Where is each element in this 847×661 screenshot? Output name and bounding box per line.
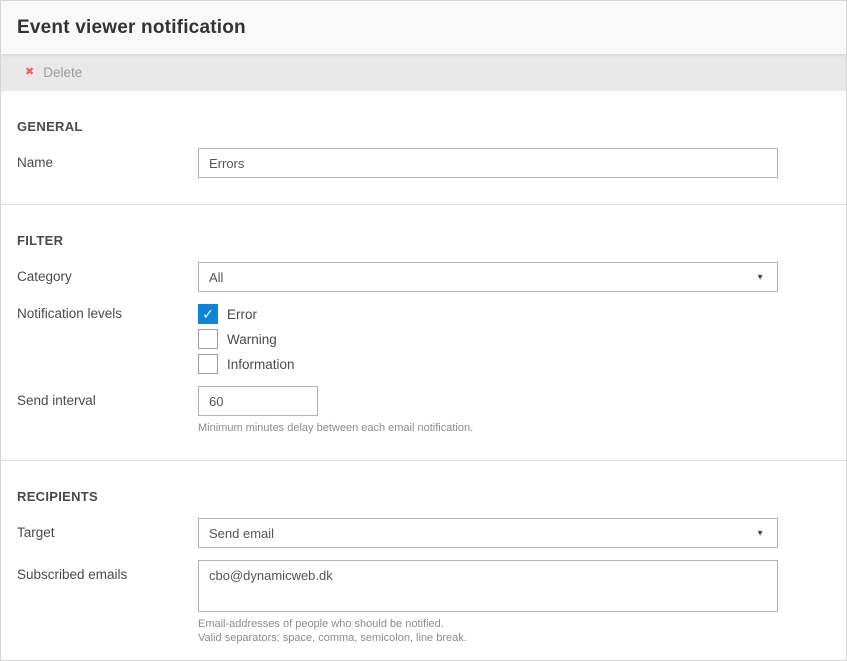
section-filter-heading: FILTER <box>17 233 830 249</box>
category-select-value: All <box>209 270 223 285</box>
subscribed-emails-label: Subscribed emails <box>17 560 198 583</box>
subscribed-emails-help: Email-addresses of people who should be … <box>198 617 778 645</box>
send-interval-input[interactable] <box>198 386 318 416</box>
section-filter: FILTER Category All ▼ Notification level… <box>1 205 846 461</box>
page-title: Event viewer notification <box>17 17 246 39</box>
subscribed-emails-help-line1: Email-addresses of people who should be … <box>198 617 778 631</box>
checkbox-row-error[interactable]: ✓ Error <box>198 304 295 324</box>
category-row: Category All ▼ <box>17 262 830 292</box>
send-interval-row: Send interval Minimum minutes delay betw… <box>17 386 830 435</box>
subscribed-emails-row: Subscribed emails cbo@dynamicweb.dk Emai… <box>17 560 830 645</box>
delete-button-label: Delete <box>43 65 82 80</box>
page-header: Event viewer notification <box>1 1 846 54</box>
notification-levels-label: Notification levels <box>17 304 198 322</box>
category-label: Category <box>17 262 198 285</box>
notification-levels-row: Notification levels ✓ Error ✓ Warning ✓ … <box>17 304 830 374</box>
warning-checkbox-label: Warning <box>227 332 277 347</box>
target-select[interactable]: Send email ▼ <box>198 518 778 548</box>
send-interval-field: Minimum minutes delay between each email… <box>198 386 473 435</box>
subscribed-emails-field: cbo@dynamicweb.dk Email-addresses of peo… <box>198 560 778 645</box>
section-general: GENERAL Name <box>1 91 846 205</box>
name-input[interactable] <box>198 148 778 178</box>
error-checkbox-label: Error <box>227 307 257 322</box>
name-label: Name <box>17 148 198 171</box>
notification-levels-list: ✓ Error ✓ Warning ✓ Information <box>198 304 295 374</box>
target-row: Target Send email ▼ <box>17 518 830 548</box>
subscribed-emails-textarea[interactable]: cbo@dynamicweb.dk <box>198 560 778 612</box>
warning-checkbox[interactable]: ✓ <box>198 329 218 349</box>
error-checkbox[interactable]: ✓ <box>198 304 218 324</box>
name-row: Name <box>17 148 830 178</box>
event-viewer-notification-page: Event viewer notification ✖ Delete GENER… <box>0 0 847 661</box>
section-general-heading: GENERAL <box>17 119 830 135</box>
send-interval-label: Send interval <box>17 386 198 409</box>
target-select-value: Send email <box>209 526 274 541</box>
check-icon: ✓ <box>202 307 214 321</box>
subscribed-emails-help-line2: Valid separators: space, comma, semicolo… <box>198 631 778 645</box>
section-recipients-heading: RECIPIENTS <box>17 489 830 505</box>
delete-button[interactable]: ✖ Delete <box>17 65 86 80</box>
send-interval-help: Minimum minutes delay between each email… <box>198 421 473 435</box>
checkbox-row-information[interactable]: ✓ Information <box>198 354 295 374</box>
category-select[interactable]: All ▼ <box>198 262 778 292</box>
information-checkbox-label: Information <box>227 357 295 372</box>
toolbar: ✖ Delete <box>1 54 846 91</box>
chevron-down-icon: ▼ <box>756 529 764 538</box>
target-label: Target <box>17 518 198 541</box>
delete-x-icon: ✖ <box>25 67 34 78</box>
section-recipients: RECIPIENTS Target Send email ▼ Subscribe… <box>1 461 846 661</box>
chevron-down-icon: ▼ <box>756 273 764 282</box>
information-checkbox[interactable]: ✓ <box>198 354 218 374</box>
checkbox-row-warning[interactable]: ✓ Warning <box>198 329 295 349</box>
